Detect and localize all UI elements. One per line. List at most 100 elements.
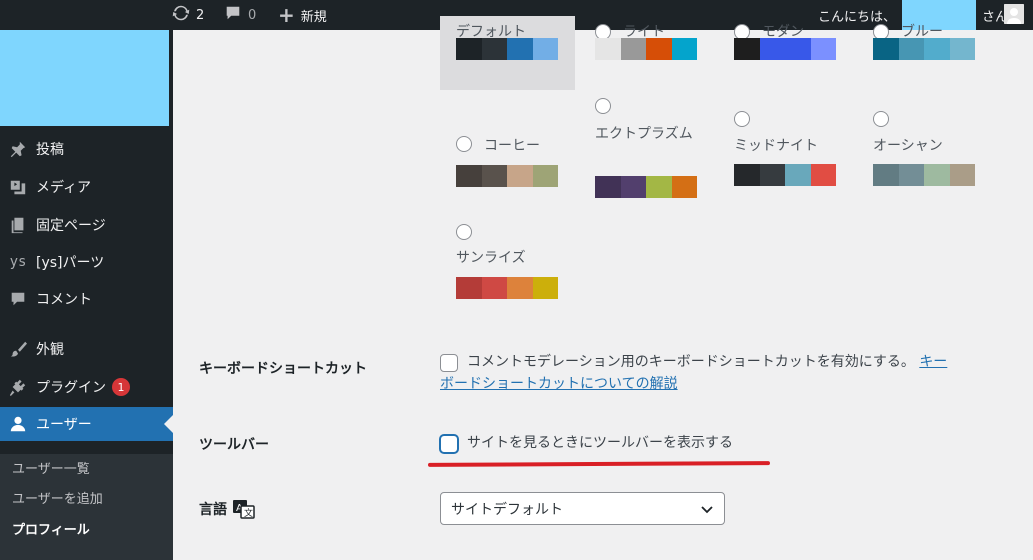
menu-posts[interactable]: 投稿 bbox=[0, 132, 173, 166]
menu-users[interactable]: ユーザー bbox=[0, 407, 173, 441]
scheme-swatches bbox=[734, 38, 836, 60]
swatch bbox=[734, 164, 760, 186]
scheme-name: エクトプラズム bbox=[595, 126, 693, 142]
swatch bbox=[646, 38, 672, 60]
svg-text:文: 文 bbox=[244, 507, 253, 519]
comments-menu[interactable]: 0 bbox=[224, 0, 256, 30]
keyboard-shortcuts-checkbox[interactable] bbox=[440, 354, 458, 372]
menu-comments-label: コメント bbox=[36, 292, 92, 308]
swatch bbox=[481, 38, 507, 60]
plugin-update-badge: 1 bbox=[112, 378, 130, 396]
comment-bubble-icon bbox=[224, 4, 242, 26]
submenu-all-users[interactable]: ユーザー一覧 bbox=[12, 458, 90, 477]
swatch bbox=[456, 38, 482, 60]
comments-count: 0 bbox=[248, 7, 257, 23]
menu-posts-label: 投稿 bbox=[36, 142, 64, 158]
scheme-radio[interactable] bbox=[456, 136, 472, 152]
keyboard-shortcuts-help-link[interactable]: キー bbox=[919, 354, 947, 370]
swatch bbox=[532, 38, 558, 60]
translation-icon: A文 bbox=[232, 499, 256, 519]
scheme-swatches bbox=[595, 38, 697, 60]
submenu-profile[interactable]: プロフィール bbox=[12, 519, 90, 538]
menu-ys-parts-label: [ys]パーツ bbox=[36, 255, 105, 271]
scheme-radio[interactable] bbox=[456, 224, 472, 240]
toolbar-text: サイトを見るときにツールバーを表示する bbox=[467, 435, 733, 451]
swatch bbox=[898, 38, 924, 60]
swatch bbox=[456, 277, 482, 299]
swatch bbox=[507, 38, 533, 60]
scheme-radio[interactable] bbox=[734, 111, 750, 127]
menu-plugins-label: プラグイン bbox=[36, 380, 106, 396]
language-select[interactable]: サイトデフォルト bbox=[440, 492, 725, 525]
scheme-midnight[interactable]: ミッドナイト bbox=[734, 111, 870, 191]
scheme-swatches bbox=[873, 38, 975, 60]
swatch bbox=[532, 165, 558, 187]
swatch bbox=[481, 277, 507, 299]
keyboard-shortcuts-text: コメントモデレーション用のキーボードショートカットを有効にする。 bbox=[467, 354, 915, 370]
user-icon bbox=[0, 415, 36, 433]
swatch bbox=[949, 164, 975, 186]
submenu-add-user[interactable]: ユーザーを追加 bbox=[12, 488, 103, 507]
menu-plugins[interactable]: プラグイン 1 bbox=[0, 370, 173, 404]
menu-appearance-label: 外観 bbox=[36, 342, 64, 358]
scheme-sunrise[interactable]: サンライズ bbox=[456, 224, 592, 304]
menu-appearance[interactable]: 外観 bbox=[0, 332, 173, 366]
swatch bbox=[595, 38, 621, 60]
menu-media-label: メディア bbox=[36, 180, 92, 196]
scheme-radio[interactable] bbox=[595, 98, 611, 114]
menu-ys-parts[interactable]: ys [ys]パーツ bbox=[0, 245, 173, 279]
current-menu-arrow bbox=[164, 415, 173, 433]
swatch bbox=[785, 164, 811, 186]
scheme-swatches bbox=[456, 165, 558, 187]
swatch bbox=[810, 38, 836, 60]
scheme-default[interactable]: デフォルト bbox=[440, 16, 575, 90]
toolbar-checkbox[interactable] bbox=[440, 435, 458, 453]
swatch bbox=[671, 38, 697, 60]
scheme-swatches bbox=[456, 38, 558, 60]
swatch bbox=[785, 38, 811, 60]
swatch bbox=[810, 164, 836, 186]
plugin-icon bbox=[0, 378, 36, 396]
scheme-name: コーヒー bbox=[484, 138, 540, 154]
menu-comments[interactable]: コメント bbox=[0, 282, 173, 316]
scheme-swatches bbox=[595, 176, 697, 198]
page-icon bbox=[0, 216, 36, 234]
scheme-modern[interactable]: モダン bbox=[734, 16, 870, 90]
scheme-light[interactable]: ライト bbox=[595, 16, 731, 90]
scheme-coffee[interactable]: コーヒー bbox=[456, 136, 592, 196]
swatch bbox=[873, 164, 899, 186]
scheme-blue[interactable]: ブルー bbox=[873, 16, 1009, 90]
swatch bbox=[873, 38, 899, 60]
admin-sidebar: 投稿 メディア 固定ページ ys [ys]パーツ コメント 外観 プラグイン 1… bbox=[0, 30, 173, 560]
swatch bbox=[507, 165, 533, 187]
users-submenu: ユーザー一覧 ユーザーを追加 プロフィール bbox=[0, 454, 173, 560]
keyboard-shortcuts-label: キーボードショートカット bbox=[199, 361, 367, 377]
swatch bbox=[481, 165, 507, 187]
swatch bbox=[759, 164, 785, 186]
new-content-menu[interactable]: + 新規 bbox=[278, 0, 327, 30]
profile-main: デフォルト ライト モダン ブルー コーヒー エクトプラズム ミッドナイト オー… bbox=[173, 16, 1033, 560]
swatch bbox=[924, 38, 950, 60]
keyboard-shortcuts-help-link-cont[interactable]: ボードショートカットについての解説 bbox=[440, 376, 678, 392]
swatch bbox=[924, 164, 950, 186]
swatch bbox=[949, 38, 975, 60]
media-icon bbox=[0, 178, 36, 196]
updates-menu[interactable]: 2 bbox=[172, 0, 204, 30]
scheme-radio[interactable] bbox=[873, 111, 889, 127]
updates-count: 2 bbox=[196, 7, 205, 23]
scheme-name: サンライズ bbox=[456, 250, 526, 266]
scheme-ocean[interactable]: オーシャン bbox=[873, 111, 1009, 191]
swatch bbox=[507, 277, 533, 299]
menu-pages[interactable]: 固定ページ bbox=[0, 208, 173, 242]
menu-users-label: ユーザー bbox=[36, 417, 92, 433]
scheme-name: ミッドナイト bbox=[734, 138, 818, 154]
brush-icon bbox=[0, 340, 36, 358]
menu-media[interactable]: メディア bbox=[0, 170, 173, 204]
swatch bbox=[646, 176, 672, 198]
toolbar-label: ツールバー bbox=[199, 437, 269, 453]
scheme-ectoplasm[interactable]: エクトプラズム bbox=[595, 98, 715, 198]
scheme-name: オーシャン bbox=[873, 138, 943, 154]
swatch bbox=[456, 165, 482, 187]
scheme-swatches bbox=[734, 164, 836, 186]
swatch bbox=[671, 176, 697, 198]
